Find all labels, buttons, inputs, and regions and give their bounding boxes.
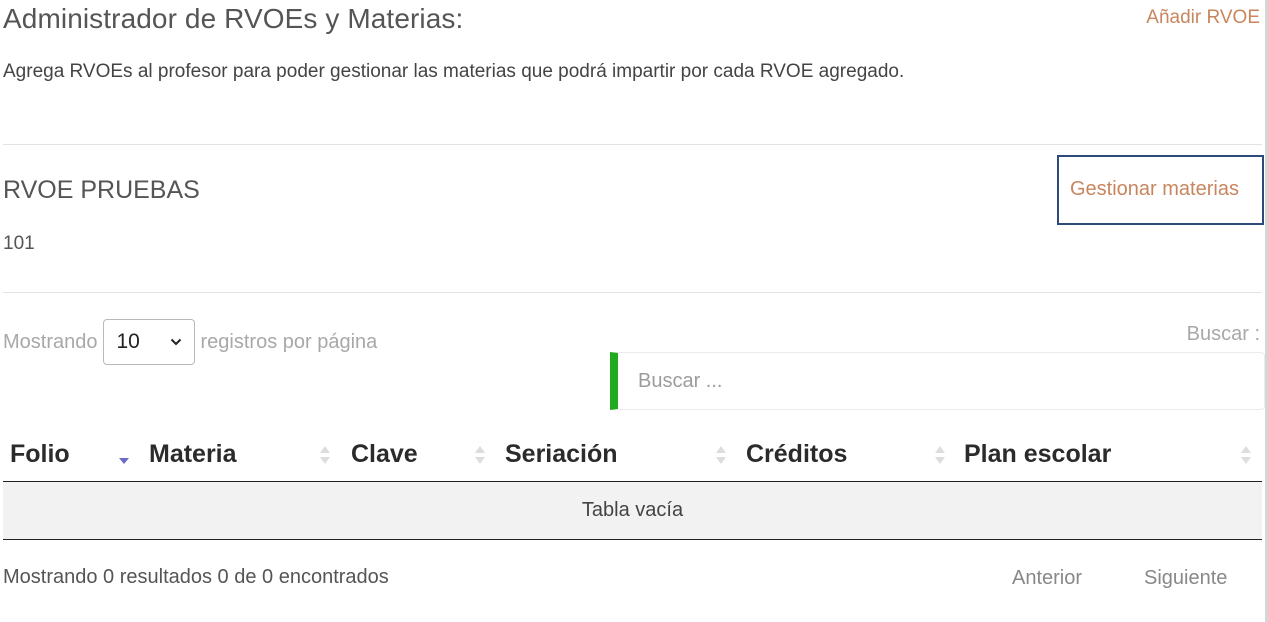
- empty-table-row: Tabla vacía: [3, 482, 1262, 540]
- search-input[interactable]: [636, 368, 1264, 394]
- chevron-down-icon: [170, 338, 181, 346]
- sort-desc-active-icon[interactable]: [119, 444, 129, 466]
- column-header-creditos[interactable]: Créditos: [746, 440, 847, 469]
- subjects-table: Folio Materia Clave Seriación Créditos P…: [3, 428, 1262, 540]
- search-box: [610, 352, 1265, 410]
- manage-subjects-link[interactable]: Gestionar materias: [1070, 178, 1239, 201]
- rvoe-code: 101: [3, 233, 35, 254]
- page-size-value: 10: [116, 330, 140, 353]
- table-header: Folio Materia Clave Seriación Créditos P…: [3, 428, 1262, 482]
- empty-table-message: Tabla vacía: [581, 499, 684, 521]
- rvoe-name: RVOE PRUEBAS: [3, 176, 200, 204]
- page: Administrador de RVOEs y Materias: Añadi…: [0, 0, 1268, 622]
- sort-icon[interactable]: [935, 444, 945, 466]
- sort-icon[interactable]: [475, 444, 485, 466]
- column-header-seriacion[interactable]: Seriación: [505, 440, 618, 469]
- page-title: Administrador de RVOEs y Materias:: [3, 3, 464, 34]
- divider: [3, 144, 1262, 145]
- previous-page-button[interactable]: Anterior: [1012, 567, 1082, 590]
- next-page-button[interactable]: Siguiente: [1144, 567, 1227, 590]
- sort-icon[interactable]: [1241, 444, 1251, 466]
- showing-prefix-label: Mostrando: [3, 330, 98, 353]
- page-description: Agrega RVOEs al profesor para poder gest…: [3, 61, 905, 82]
- page-length-control: Mostrando 10 registros por página: [3, 319, 377, 365]
- column-header-folio[interactable]: Folio: [10, 440, 70, 469]
- divider: [3, 292, 1262, 293]
- column-header-materia[interactable]: Materia: [149, 440, 237, 469]
- sort-icon[interactable]: [320, 444, 330, 466]
- showing-suffix-label: registros por página: [200, 330, 378, 353]
- add-rvoe-link[interactable]: Añadir RVOE: [1146, 7, 1260, 29]
- sort-icon[interactable]: [716, 444, 726, 466]
- page-size-select[interactable]: 10: [102, 319, 195, 365]
- column-header-plan-escolar[interactable]: Plan escolar: [964, 440, 1111, 469]
- search-label: Buscar :: [1186, 323, 1260, 345]
- results-info: Mostrando 0 resultados 0 de 0 encontrado…: [3, 566, 389, 588]
- column-header-clave[interactable]: Clave: [351, 440, 418, 469]
